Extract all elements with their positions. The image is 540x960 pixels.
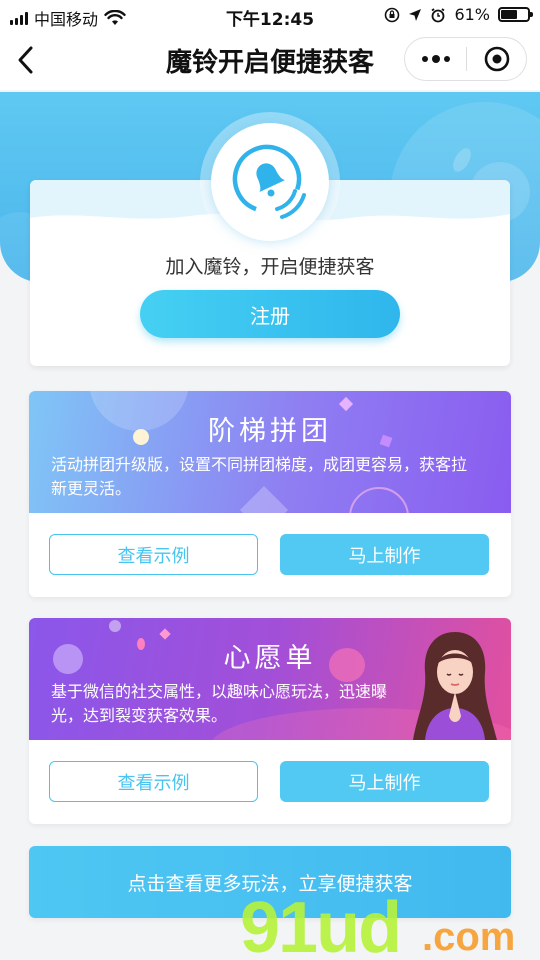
feature-description: 基于微信的社交属性，以趣味心愿玩法，迅速曝光，达到裂变获客效果。: [51, 682, 388, 725]
nav-bar: 魔铃开启便捷获客: [0, 30, 540, 90]
alarm-icon: [431, 7, 445, 22]
more-dot-icon: [443, 56, 450, 62]
location-icon: [409, 8, 422, 21]
register-button[interactable]: 注册: [140, 290, 400, 338]
miniprogram-capsule: [404, 37, 527, 81]
make-now-button[interactable]: 马上制作: [280, 761, 489, 802]
register-tagline: 加入魔铃，开启便捷获客: [165, 256, 375, 278]
svg-text:.com: .com: [422, 915, 515, 959]
logo-inner: [211, 123, 329, 241]
feature-description: 活动拼团升级版，设置不同拼团梯度，成团更容易，获客拉新更灵活。: [51, 455, 468, 498]
more-dot-icon: [421, 56, 428, 62]
target-close-icon: [484, 46, 509, 72]
rotation-lock-icon: [385, 7, 400, 22]
view-example-button[interactable]: 查看示例: [49, 761, 258, 802]
feature-card-wishlist: 心愿单 基于微信的社交属性，以趣味心愿玩法，迅速曝光，达到裂变获客效果。 查看示…: [29, 618, 511, 824]
view-example-button[interactable]: 查看示例: [49, 534, 258, 575]
feature-actions: 查看示例 马上制作: [49, 534, 489, 576]
battery-icon: [498, 7, 533, 22]
moling-logo: [200, 112, 340, 252]
status-right: 61%: [384, 5, 533, 24]
feature-title: 心愿单: [223, 643, 317, 674]
battery-percent: 61%: [454, 5, 490, 24]
status-bar: 中国移动 下午12:45 61%: [0, 0, 540, 30]
feature-banner: 心愿单 基于微信的社交属性，以趣味心愿玩法，迅速曝光，达到裂变获客效果。: [29, 618, 511, 740]
make-now-button[interactable]: 马上制作: [280, 534, 489, 575]
feature-title: 阶梯拼团: [208, 416, 332, 447]
bell-logo-icon: [232, 144, 306, 219]
battery-fill: [501, 10, 517, 19]
more-features-banner[interactable]: 点击查看更多玩法，立享便捷获客: [29, 846, 511, 918]
feature-card-group-buy: 阶梯拼团 活动拼团升级版，设置不同拼团梯度，成团更容易，获客拉新更灵活。 查看示…: [29, 391, 511, 597]
feature-banner: 阶梯拼团 活动拼团升级版，设置不同拼团梯度，成团更容易，获客拉新更灵活。: [29, 391, 511, 513]
more-dot-icon: [431, 55, 440, 63]
feature-actions: 查看示例 马上制作: [49, 761, 489, 803]
close-miniprogram-button[interactable]: [467, 38, 526, 80]
more-button[interactable]: [405, 38, 466, 80]
